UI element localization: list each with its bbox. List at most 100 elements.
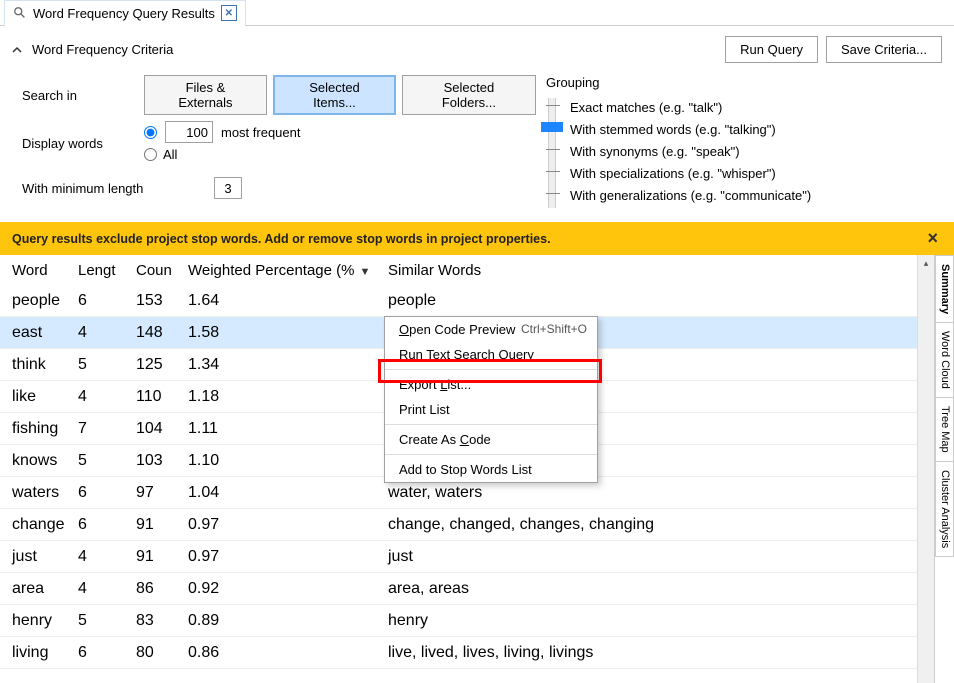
cell-weight: 1.10 [188, 452, 388, 470]
cell-count: 153 [136, 292, 188, 310]
slider-thumb-icon[interactable] [541, 122, 563, 132]
side-tab-word-cloud[interactable]: Word Cloud [935, 322, 954, 398]
collapse-criteria-icon[interactable] [12, 45, 22, 55]
table-row[interactable]: henry5830.89henry [0, 605, 917, 637]
cell-weight: 0.86 [188, 644, 388, 662]
cell-count: 80 [136, 644, 188, 662]
col-length[interactable]: Lengt [78, 262, 136, 279]
cell-word: just [12, 548, 78, 566]
cell-weight: 1.64 [188, 292, 388, 310]
cell-similar: change, changed, changes, changing [388, 516, 917, 534]
col-similar[interactable]: Similar Words [388, 262, 917, 279]
cm-separator [385, 454, 597, 455]
cell-weight: 1.11 [188, 420, 388, 438]
cell-weight: 1.04 [188, 484, 388, 502]
cm-separator [385, 424, 597, 425]
table-row[interactable]: change6910.97change, changed, changes, c… [0, 509, 917, 541]
cell-count: 91 [136, 548, 188, 566]
col-word[interactable]: Word [12, 262, 78, 279]
cell-count: 103 [136, 452, 188, 470]
cell-count: 148 [136, 324, 188, 342]
cell-word: think [12, 356, 78, 374]
grouping-options: Exact matches (e.g. "talk") With stemmed… [570, 96, 811, 210]
min-length-input[interactable] [214, 177, 242, 199]
grouping-label: Grouping [546, 75, 932, 90]
most-frequent-suffix: most frequent [221, 125, 301, 140]
table-row[interactable]: area4860.92area, areas [0, 573, 917, 605]
cm-run-text-search[interactable]: Run Text Search Query [385, 342, 597, 367]
cell-weight: 1.58 [188, 324, 388, 342]
cell-count: 110 [136, 388, 188, 406]
cell-count: 91 [136, 516, 188, 534]
cm-print-list[interactable]: Print List [385, 397, 597, 422]
cell-word: like [12, 388, 78, 406]
table-row[interactable]: people61531.64people [0, 285, 917, 317]
col-count[interactable]: Coun [136, 262, 188, 279]
cell-weight: 0.97 [188, 516, 388, 534]
cell-length: 5 [78, 452, 136, 470]
min-length-label: With minimum length [22, 181, 214, 196]
side-tab-summary[interactable]: Summary [935, 255, 954, 323]
banner-close-button[interactable]: × [923, 228, 942, 249]
side-tab-tree-map[interactable]: Tree Map [935, 397, 954, 462]
cell-similar: henry [388, 612, 917, 630]
scroll-up-icon[interactable]: ▴ [918, 255, 934, 272]
selected-items-button[interactable]: Selected Items... [273, 75, 396, 115]
cell-count: 83 [136, 612, 188, 630]
cell-length: 5 [78, 356, 136, 374]
table-row[interactable]: living6800.86live, lived, lives, living,… [0, 637, 917, 669]
cell-length: 4 [78, 580, 136, 598]
table-row[interactable]: just4910.97just [0, 541, 917, 573]
cm-add-stop-words[interactable]: Add to Stop Words List [385, 457, 597, 482]
cell-weight: 1.18 [188, 388, 388, 406]
grouping-slider[interactable] [548, 98, 556, 208]
cell-word: people [12, 292, 78, 310]
cell-word: fishing [12, 420, 78, 438]
side-tabs: Summary Word Cloud Tree Map Cluster Anal… [934, 255, 954, 683]
most-frequent-input[interactable] [165, 121, 213, 143]
selected-folders-button[interactable]: Selected Folders... [402, 75, 536, 115]
cm-export-list[interactable]: Export List... [385, 372, 597, 397]
cell-word: east [12, 324, 78, 342]
cm-create-as-code[interactable]: Create As Code [385, 427, 597, 452]
cm-separator [385, 369, 597, 370]
cell-length: 7 [78, 420, 136, 438]
cell-count: 86 [136, 580, 188, 598]
all-radio[interactable] [144, 148, 157, 161]
cell-weight: 0.97 [188, 548, 388, 566]
grouping-option[interactable]: Exact matches (e.g. "talk") [570, 96, 811, 118]
cell-length: 4 [78, 388, 136, 406]
grouping-option[interactable]: With generalizations (e.g. "communicate"… [570, 184, 811, 206]
cell-weight: 1.34 [188, 356, 388, 374]
search-icon [13, 6, 27, 20]
cell-count: 125 [136, 356, 188, 374]
grouping-option[interactable]: With stemmed words (e.g. "talking") [570, 118, 811, 140]
table-header: Word Lengt Coun Weighted Percentage (% ▼… [0, 255, 917, 285]
vertical-scrollbar[interactable]: ▴ [917, 255, 934, 683]
tab-close-button[interactable]: ✕ [221, 5, 237, 21]
cell-weight: 0.89 [188, 612, 388, 630]
cell-length: 4 [78, 324, 136, 342]
col-weight[interactable]: Weighted Percentage (% ▼ [188, 262, 388, 279]
cell-word: area [12, 580, 78, 598]
cell-length: 6 [78, 292, 136, 310]
cell-similar: live, lived, lives, living, livings [388, 644, 917, 662]
criteria-header-bar: Word Frequency Criteria Run Query Save C… [0, 26, 954, 67]
tab-results[interactable]: Word Frequency Query Results ✕ [4, 0, 246, 26]
grouping-option[interactable]: With synonyms (e.g. "speak") [570, 140, 811, 162]
run-query-button[interactable]: Run Query [725, 36, 818, 63]
criteria-body: Search in Files & Externals Selected Ite… [0, 67, 954, 222]
most-frequent-radio[interactable] [144, 126, 157, 139]
banner-text: Query results exclude project stop words… [12, 232, 551, 246]
save-criteria-button[interactable]: Save Criteria... [826, 36, 942, 63]
cm-open-code-preview[interactable]: Open Code Preview Ctrl+Shift+O [385, 317, 597, 342]
files-externals-button[interactable]: Files & Externals [144, 75, 267, 115]
cell-count: 97 [136, 484, 188, 502]
grouping-option[interactable]: With specializations (e.g. "whisper") [570, 162, 811, 184]
side-tab-cluster[interactable]: Cluster Analysis [935, 461, 954, 557]
cell-length: 6 [78, 484, 136, 502]
cell-similar: people [388, 292, 917, 310]
cell-word: living [12, 644, 78, 662]
cell-word: waters [12, 484, 78, 502]
stop-words-banner: Query results exclude project stop words… [0, 222, 954, 255]
